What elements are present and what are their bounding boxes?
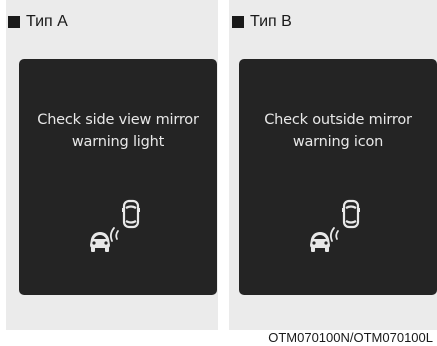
warning-message-line-2: warning light (71, 134, 165, 150)
panel-a-heading: Тип A (8, 12, 68, 32)
panel-b-heading-text: Тип B (250, 13, 292, 30)
panel-b-heading: Тип B (232, 12, 292, 32)
figure-code: OTM070100N/OTM070100L (268, 330, 433, 345)
panel-a-heading-text: Тип A (26, 13, 68, 30)
warning-message-line-1: Check outside mirror (264, 112, 412, 128)
warning-message: Check side view mirror warning light (19, 109, 217, 153)
square-bullet-icon (232, 16, 244, 28)
square-bullet-icon (8, 16, 20, 28)
warning-message-line-1: Check side view mirror (37, 112, 199, 128)
cluster-display-b: Check outside mirror warning icon (239, 59, 437, 295)
warning-message-line-2: warning icon (292, 134, 384, 150)
warning-message: Check outside mirror warning icon (239, 109, 437, 153)
blind-spot-warning-icon (81, 199, 151, 261)
blind-spot-warning-icon (301, 199, 371, 261)
cluster-display-a: Check side view mirror warning light (19, 59, 217, 295)
